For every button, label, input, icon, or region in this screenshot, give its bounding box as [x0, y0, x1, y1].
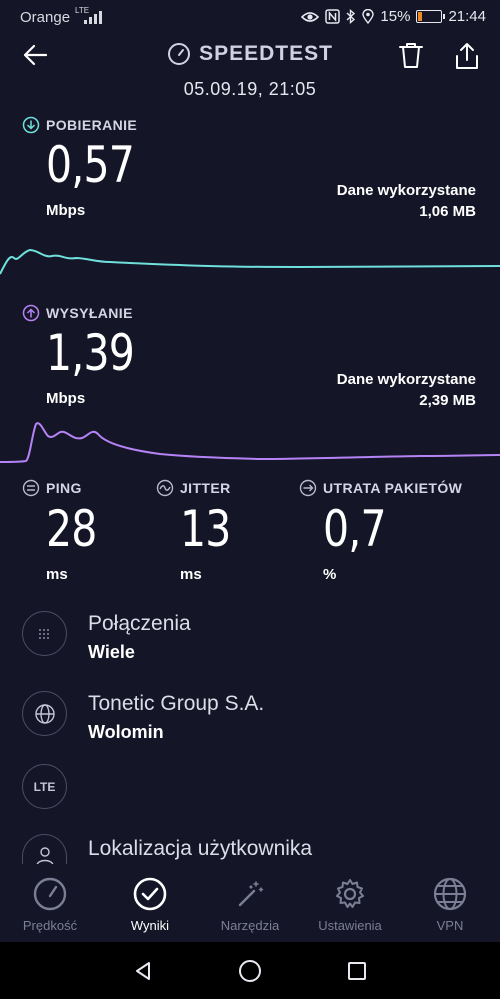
globe-icon [22, 691, 67, 736]
nfc-icon [325, 9, 341, 24]
eye-icon [301, 11, 320, 22]
upload-speed-value: 1,39 [46, 324, 135, 382]
connections-icon [22, 611, 67, 656]
download-arrow-icon [22, 116, 40, 134]
nav-speed[interactable]: Prędkość [0, 864, 100, 942]
nav-vpn-label: VPN [436, 918, 464, 933]
ping-icon [22, 479, 40, 497]
download-speed-unit: Mbps [46, 202, 86, 219]
download-label-row: POBIERANIE [22, 116, 137, 134]
upload-graph [0, 422, 500, 463]
ping-label-row: PING [22, 479, 82, 497]
checkmark-circle-icon [133, 877, 167, 911]
upload-speed-unit: Mbps [46, 390, 86, 407]
signal-strength-icon [84, 10, 102, 24]
nav-results-label: Wyniki [130, 918, 170, 933]
user-location-title: Lokalizacja użytkownika [88, 837, 313, 860]
packet-loss-label: UTRATA PAKIETÓW [323, 480, 463, 496]
ping-label: PING [46, 480, 82, 496]
download-data-used-label: Dane wykorzystane [336, 182, 476, 199]
download-label: POBIERANIE [46, 117, 138, 133]
android-navigation-bar [0, 942, 500, 999]
bottom-navigation: Prędkość Wyniki Narzędzia Ustawienia VPN [0, 864, 500, 942]
recents-square-icon[interactable] [346, 960, 368, 982]
clock: 21:44 [448, 8, 486, 25]
ping-unit: ms [46, 566, 68, 583]
upload-label-row: WYSYŁANIE [22, 304, 133, 322]
page-header: SPEEDTEST [0, 42, 500, 66]
download-graph [0, 248, 500, 275]
nav-vpn[interactable]: VPN [400, 864, 500, 942]
back-triangle-icon[interactable] [132, 960, 154, 982]
packet-loss-icon [299, 479, 317, 497]
nav-settings[interactable]: Ustawienia [300, 864, 400, 942]
jitter-value: 13 [180, 500, 231, 558]
user-icon [22, 834, 67, 864]
share-icon[interactable] [454, 42, 480, 70]
page-title: SPEEDTEST [199, 42, 333, 65]
connections-title: Połączenia [88, 612, 191, 635]
upload-data-used-label: Dane wykorzystane [336, 371, 476, 388]
jitter-icon [156, 479, 174, 497]
nav-tools-label: Narzędzia [220, 918, 280, 933]
magic-wand-icon [238, 881, 264, 907]
nav-tools[interactable]: Narzędzia [200, 864, 300, 942]
download-data-used: Dane wykorzystane 1,06 MB [337, 180, 476, 222]
upload-arrow-icon [22, 304, 40, 322]
upload-data-used-value: 2,39 MB [419, 392, 476, 409]
home-circle-icon[interactable] [237, 958, 263, 984]
status-icons: 15% 21:44 [301, 8, 486, 25]
jitter-unit: ms [180, 566, 202, 583]
battery-percent: 15% [380, 8, 411, 25]
nav-results[interactable]: Wyniki [100, 864, 200, 942]
test-date: 05.09.19, 21:05 [183, 79, 317, 99]
packet-loss-value: 0,7 [323, 500, 387, 558]
packet-loss-label-row: UTRATA PAKIETÓW [299, 479, 462, 497]
nav-settings-label: Ustawienia [318, 918, 382, 933]
location-icon [362, 9, 375, 24]
provider-name: Tonetic Group S.A. [88, 692, 265, 715]
lte-icon: LTE [22, 764, 67, 809]
jitter-label: JITTER [180, 480, 231, 496]
status-bar: Orange LTE 15% 21:44 [0, 0, 500, 36]
upload-label: WYSYŁANIE [46, 305, 133, 321]
bluetooth-icon [346, 9, 356, 24]
carrier-name: Orange [20, 9, 71, 26]
download-data-used-value: 1,06 MB [419, 203, 476, 220]
trash-icon[interactable] [398, 42, 424, 70]
download-speed-value: 0,57 [46, 136, 135, 194]
lte-badge: LTE [33, 779, 56, 794]
nav-speed-label: Prędkość [22, 918, 78, 933]
speedometer-icon [168, 43, 191, 65]
server-location: Wolomin [88, 722, 164, 742]
upload-data-used: Dane wykorzystane 2,39 MB [337, 369, 476, 411]
ping-value: 28 [46, 500, 97, 558]
vpn-globe-icon [433, 877, 467, 911]
gear-icon [336, 879, 364, 908]
battery-icon [416, 10, 446, 23]
gauge-icon [33, 877, 67, 911]
packet-loss-unit: % [323, 566, 337, 583]
jitter-label-row: JITTER [156, 479, 231, 497]
connections-value: Wiele [88, 642, 135, 662]
